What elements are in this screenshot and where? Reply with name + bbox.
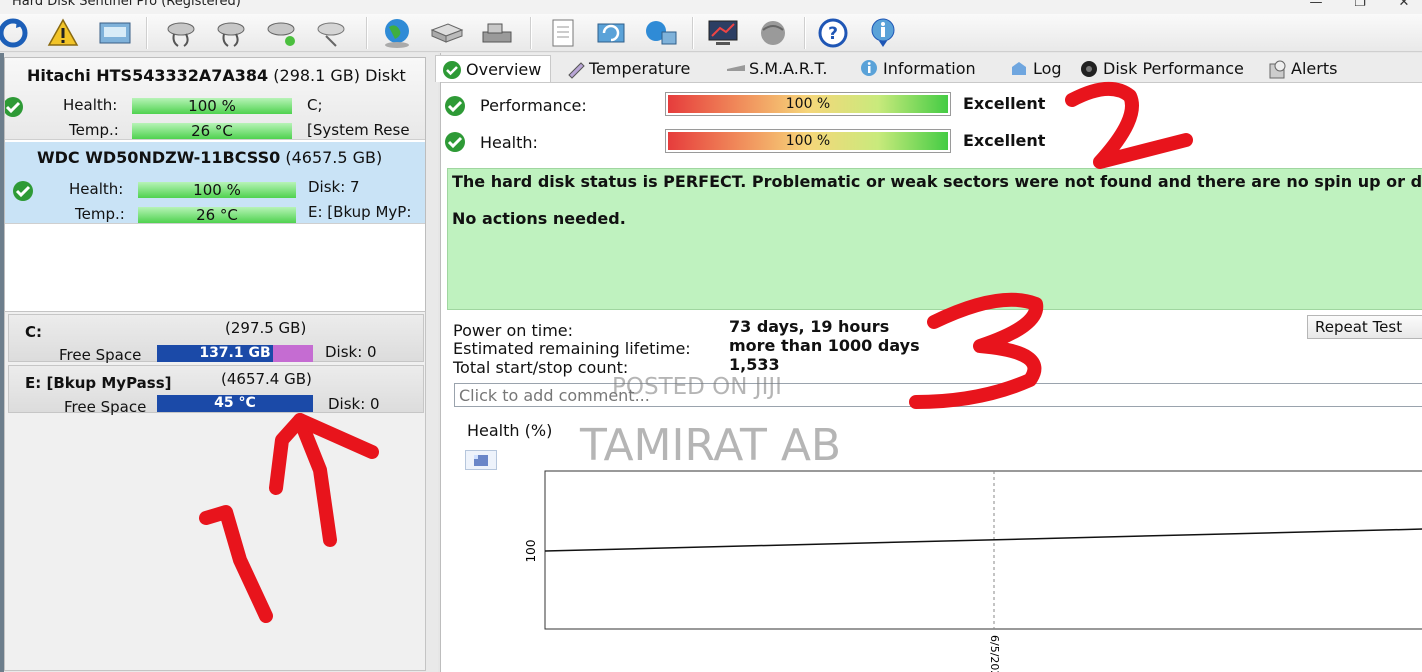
power-on-value: 73 days, 19 hours [729, 317, 890, 336]
drive-icon[interactable] [480, 16, 514, 50]
disk-extra: Diskt [365, 66, 406, 85]
warning-icon[interactable] [46, 16, 80, 50]
tab-bar: Overview Temperature S.M.A.R.T. Informat… [435, 53, 1422, 83]
volume-name: E: [Bkup MyPass] [25, 374, 172, 392]
smart-icon [727, 65, 745, 71]
toolbar: ? [0, 14, 1422, 52]
health-rating: Excellent [963, 131, 1046, 150]
performance-icon [1081, 61, 1097, 77]
temp-label: Temp.: [75, 205, 125, 223]
performance-rating: Excellent [963, 94, 1046, 113]
document-icon[interactable] [546, 16, 580, 50]
title-bar: Hard Disk Sentinel Pro (Registered) — ❐ … [0, 0, 1422, 14]
volume-item-e[interactable]: E: [Bkup MyPass] (4657.4 GB) Free Space … [8, 365, 424, 416]
disk-erase-icon[interactable] [314, 16, 348, 50]
minimize-button[interactable]: — [1296, 0, 1336, 14]
monitor-icon[interactable] [706, 16, 740, 50]
details-panel: Overview Temperature S.M.A.R.T. Informat… [435, 53, 1422, 672]
free-space-bar: 45 °C [157, 395, 313, 412]
tab-smart[interactable]: S.M.A.R.T. [719, 55, 827, 82]
watermark-posted: POSTED ON JIJI [612, 374, 782, 400]
close-button[interactable]: ✕ [1384, 0, 1422, 14]
disk-tool-icon[interactable] [264, 16, 298, 50]
help-icon[interactable]: ? [816, 16, 850, 50]
tab-overview[interactable]: Overview [435, 55, 551, 82]
disk-item-wdc[interactable]: WDC WD50NDZW-11BCSS0 (4657.5 GB) Health:… [5, 142, 425, 224]
performance-bar: 100 % [665, 92, 951, 116]
tab-temperature[interactable]: Temperature [559, 55, 690, 82]
comment-input[interactable] [454, 383, 1422, 407]
disk-check-icon[interactable] [214, 16, 248, 50]
disk-model: WDC WD50NDZW-11BCSS0 [37, 148, 281, 167]
sparkle-icon [1280, 548, 1326, 594]
ok-check-icon [445, 96, 465, 116]
repeat-test-button[interactable]: Repeat Test [1307, 315, 1422, 339]
info-icon[interactable] [866, 16, 900, 50]
tab-information[interactable]: Information [853, 55, 976, 82]
window-title: Hard Disk Sentinel Pro (Registered) [12, 0, 241, 9]
startstop-value: 1,533 [729, 355, 780, 374]
network-icon[interactable] [644, 16, 678, 50]
disk-size: (298.1 GB) [273, 66, 361, 85]
svg-text:?: ? [828, 24, 838, 44]
maximize-button[interactable]: ❐ [1340, 0, 1380, 14]
chart-title: Health (%) [467, 421, 553, 440]
log-icon [1012, 62, 1026, 75]
free-space-label: Free Space [64, 398, 147, 416]
power-on-label: Power on time: [453, 321, 574, 340]
thermometer-icon [568, 62, 585, 79]
volume-size: (297.5 GB) [225, 319, 307, 337]
health-bar: 100 % [665, 129, 951, 153]
ok-check-icon [5, 97, 23, 117]
temp-bar: 26 °C [138, 207, 296, 223]
ok-check-icon [13, 181, 33, 201]
temp-label: Temp.: [69, 121, 119, 139]
disk-item-hitachi[interactable]: Hitachi HTS543332A7A384 (298.1 GB) Diskt… [5, 58, 425, 140]
refresh-icon[interactable] [0, 16, 30, 50]
web-icon[interactable] [756, 16, 790, 50]
disk-report-icon[interactable] [98, 16, 132, 50]
health-label: Health: [63, 96, 118, 114]
health-label: Health: [69, 180, 124, 198]
lifetime-label: Estimated remaining lifetime: [453, 339, 691, 358]
disk-test-icon[interactable] [164, 16, 198, 50]
volume-item-c[interactable]: C: (297.5 GB) Free Space 137.1 GB Disk: … [8, 314, 424, 364]
ok-check-icon [443, 61, 461, 79]
health-label: Health: [480, 133, 538, 152]
x-tick-label: 6/5/2025 [988, 635, 1001, 672]
temp-bar: 26 °C [132, 123, 292, 139]
status-message: The hard disk status is PERFECT. Problem… [447, 168, 1422, 310]
lifetime-value: more than 1000 days [729, 336, 920, 355]
volume-list: C: (297.5 GB) Free Space 137.1 GB Disk: … [4, 311, 426, 671]
volume-disk: Disk: 0 [328, 395, 380, 413]
health-bar: 100 % [132, 98, 292, 114]
health-bar: 100 % [138, 182, 296, 198]
alerts-icon [1269, 60, 1286, 79]
refresh-disk-icon[interactable] [594, 16, 628, 50]
globe-icon[interactable] [380, 16, 414, 50]
tab-disk-performance[interactable]: Disk Performance [1073, 55, 1244, 82]
tab-alerts[interactable]: Alerts [1261, 55, 1337, 82]
disk-number: Disk: 7 [308, 178, 360, 196]
performance-label: Performance: [480, 96, 587, 115]
info-icon [861, 60, 877, 76]
free-space-bar: 137.1 GB [157, 345, 313, 362]
volume-size: (4657.4 GB) [221, 370, 312, 388]
disk-model: Hitachi HTS543332A7A384 [27, 66, 269, 85]
ok-check-icon [445, 132, 465, 152]
disk-volume-name: [System Rese [307, 121, 410, 139]
disk-drive-letter: C; [307, 96, 323, 114]
disk-volume-name: E: [Bkup MyP: [308, 203, 412, 221]
hdd-icon[interactable] [430, 16, 464, 50]
watermark-author: TAMIRAT AB [580, 420, 842, 471]
volume-name: C: [25, 323, 43, 341]
disk-panel: Hitachi HTS543332A7A384 (298.1 GB) Diskt… [0, 53, 438, 672]
health-chart: 100 6/5/2025 [524, 470, 1422, 672]
tab-log[interactable]: Log [1003, 55, 1062, 82]
free-space-label: Free Space [59, 346, 142, 364]
startstop-label: Total start/stop count: [453, 358, 629, 377]
y-tick-label: 100 [524, 540, 538, 563]
volume-disk: Disk: 0 [325, 343, 377, 361]
disk-size: (4657.5 GB) [285, 148, 383, 167]
